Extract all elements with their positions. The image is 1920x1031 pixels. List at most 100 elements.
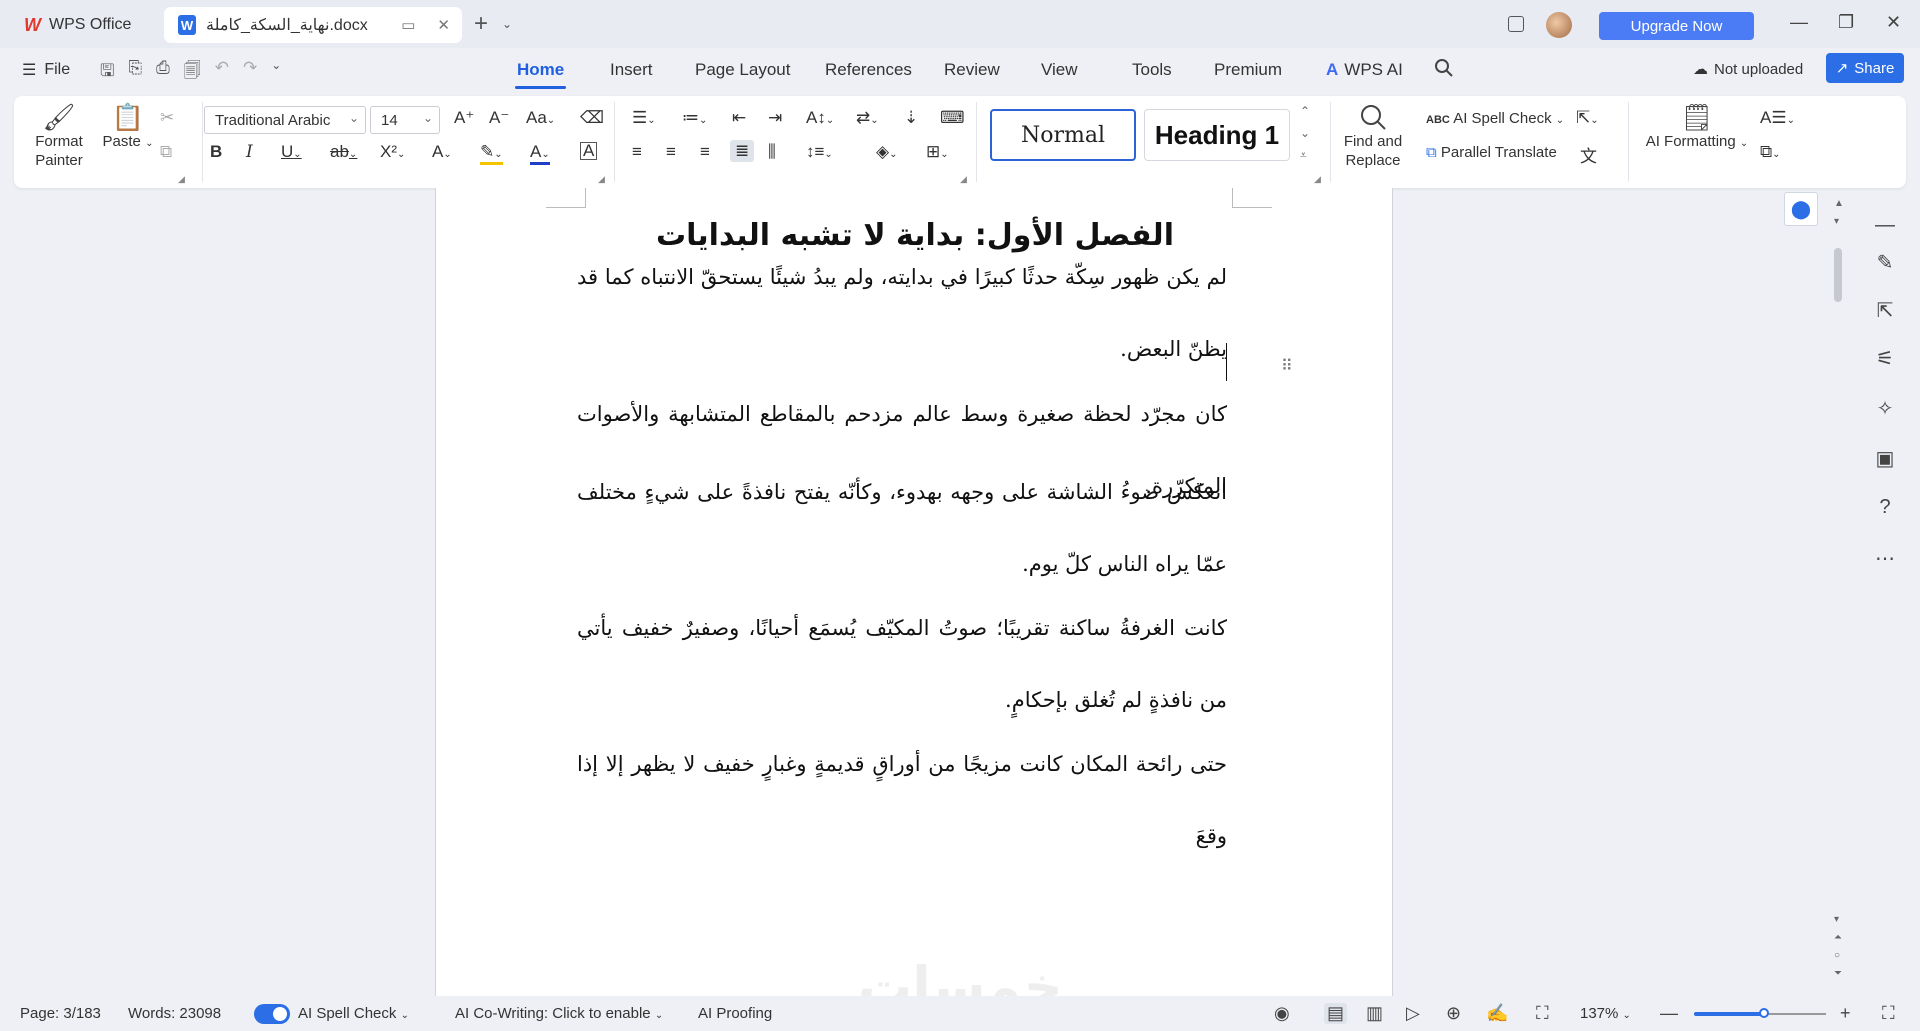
eye-protection-icon[interactable]: ◉: [1274, 1003, 1290, 1024]
increase-font-size-icon[interactable]: A⁺: [454, 108, 474, 128]
tab-document[interactable]: W نهاية_السكة_كاملة.docx ▭ ✕: [164, 7, 462, 43]
collapse-sidebar-icon[interactable]: —: [1872, 214, 1898, 237]
close-window-icon[interactable]: ✕: [1886, 12, 1901, 33]
bold-icon[interactable]: B: [210, 142, 222, 162]
text-direction-icon[interactable]: A↕⌄: [806, 108, 834, 128]
line-spacing-icon[interactable]: ↕≡⌄: [806, 142, 833, 162]
paragraph-4[interactable]: كانت الغرفةُ ساكنة تقريبًا؛ صوتُ المكيّف…: [577, 592, 1227, 736]
fullscreen-icon[interactable]: ⛶: [1882, 1003, 1895, 1024]
styles-more-icon[interactable]: ⩡: [1300, 148, 1307, 163]
rtl-direction-icon[interactable]: ⇄⌄: [856, 108, 879, 128]
select-pointer-icon[interactable]: ⇱: [1872, 298, 1898, 323]
parallel-translate-button[interactable]: ⧉ Parallel Translate: [1426, 144, 1557, 161]
ai-proofing-status[interactable]: AI Proofing: [698, 1005, 772, 1022]
underline-icon[interactable]: U⌄: [281, 142, 302, 162]
help-icon[interactable]: ?: [1872, 496, 1898, 519]
format-painter-button[interactable]: 🖌 Format Painter: [24, 102, 94, 170]
change-case-icon[interactable]: Aa⌄: [526, 108, 555, 128]
paragraph-dialog-launcher-icon[interactable]: ◢: [960, 174, 967, 185]
text-layout-icon[interactable]: A☰⌄: [1760, 108, 1795, 128]
distributed-align-icon[interactable]: ⫼: [768, 142, 776, 162]
tab-insert[interactable]: Insert: [610, 60, 653, 80]
zoom-out-icon[interactable]: —: [1660, 1003, 1678, 1024]
clipboard-dialog-launcher-icon[interactable]: ◢: [178, 174, 185, 185]
cloud-upload-status[interactable]: ☁ Not uploaded: [1693, 60, 1803, 79]
arrange-icon[interactable]: ⧉⌄: [1760, 142, 1781, 162]
strikethrough-icon[interactable]: ab⌄: [330, 142, 357, 162]
tab-home[interactable]: Home: [514, 60, 567, 89]
decrease-indent-icon[interactable]: ⇤: [732, 108, 746, 128]
prev-page-icon[interactable]: ⏶: [1834, 932, 1842, 943]
numbering-icon[interactable]: ≔⌄: [682, 108, 707, 128]
decrease-font-size-icon[interactable]: A⁻: [489, 108, 509, 128]
tab-page-layout[interactable]: Page Layout: [695, 60, 790, 80]
redo-icon[interactable]: ↷: [243, 58, 257, 87]
italic-icon[interactable]: I: [246, 142, 253, 162]
paragraph-5[interactable]: حتى رائحة المكان كانت مزيجًا من أوراقٍ ق…: [577, 728, 1227, 872]
vertical-scrollbar-thumb[interactable]: [1834, 248, 1842, 302]
align-left-icon[interactable]: ≡: [632, 142, 642, 162]
font-size-select[interactable]: 14 ⌄: [370, 106, 440, 134]
page-view-icon[interactable]: ▤: [1324, 1003, 1348, 1024]
scroll-up-icon[interactable]: ▲: [1834, 198, 1844, 209]
browse-object-icon[interactable]: ○: [1834, 950, 1840, 961]
ai-spell-check-status[interactable]: AI Spell Check ⌄: [298, 1005, 409, 1022]
paste-button[interactable]: 📋 Paste ⌄: [98, 102, 158, 153]
text-effects-icon[interactable]: A⌄: [432, 142, 452, 162]
ai-star-icon[interactable]: ✧: [1872, 396, 1898, 421]
ai-formatting-button[interactable]: 🗒 AI Formatting ⌄: [1642, 102, 1752, 153]
tab-review[interactable]: Review: [944, 60, 1000, 80]
font-dialog-launcher-icon[interactable]: ◢: [598, 174, 605, 185]
pen-edit-icon[interactable]: ✎: [1872, 250, 1898, 275]
styles-scroll-down-icon[interactable]: ⌄: [1300, 126, 1310, 140]
bullets-icon[interactable]: ☰⌄: [632, 108, 656, 128]
superscript-icon[interactable]: X²⌄: [380, 142, 405, 162]
close-tab-icon[interactable]: ✕: [437, 16, 450, 34]
fit-page-icon[interactable]: ⛶: [1536, 1003, 1549, 1024]
shading-icon[interactable]: ◈⌄: [876, 142, 897, 162]
print-preview-icon[interactable]: 🗐: [184, 58, 201, 87]
zoom-in-icon[interactable]: +: [1840, 1003, 1851, 1024]
more-icon[interactable]: ⋯: [1872, 546, 1898, 571]
paragraph-3[interactable]: انعكس ضوءُ الشاشة على وجهه بهدوء، وكأنّه…: [577, 456, 1227, 600]
avatar[interactable]: [1546, 12, 1572, 38]
play-icon[interactable]: ▷: [1406, 1003, 1420, 1024]
upgrade-now-button[interactable]: Upgrade Now: [1599, 12, 1754, 40]
sort-icon[interactable]: ⇣: [904, 108, 918, 128]
minimize-icon[interactable]: —: [1790, 12, 1808, 33]
style-heading-1[interactable]: Heading 1: [1144, 109, 1290, 161]
style-normal[interactable]: Normal: [990, 109, 1136, 161]
undo-icon[interactable]: ↶: [215, 58, 229, 87]
scroll-down-icon[interactable]: ▾: [1834, 914, 1839, 925]
print-icon[interactable]: ⎙: [156, 58, 170, 87]
window-layout-icon[interactable]: [1508, 16, 1524, 32]
paragraph-1[interactable]: لم يكن ظهور سِكّة حدثًا كبيرًا في بدايته…: [577, 241, 1227, 385]
align-center-icon[interactable]: ≡: [666, 142, 676, 162]
maximize-icon[interactable]: ❐: [1838, 12, 1854, 33]
location-pin-icon[interactable]: ⬤: [1784, 192, 1818, 226]
increase-indent-icon[interactable]: ⇥: [768, 108, 782, 128]
file-menu[interactable]: ☰ File: [22, 60, 70, 80]
image-tool-icon[interactable]: ▣: [1872, 446, 1898, 471]
document-page[interactable]: الفصل الأول: بداية لا تشبه البدايات لم ي…: [435, 188, 1393, 996]
tab-wps-office[interactable]: W WPS Office: [10, 7, 160, 43]
highlight-icon[interactable]: ✎⌄: [480, 142, 503, 165]
drag-handle-icon[interactable]: ⠿: [1281, 359, 1293, 375]
styles-dialog-launcher-icon[interactable]: ◢: [1314, 174, 1321, 185]
show-marks-icon[interactable]: ⌨: [940, 108, 965, 128]
clear-formatting-icon[interactable]: ⌫: [580, 108, 604, 128]
tab-tools[interactable]: Tools: [1132, 60, 1172, 80]
font-color-icon[interactable]: A⌄: [530, 142, 550, 165]
save-icon[interactable]: 🖫: [100, 58, 114, 87]
borders-icon[interactable]: ⊞⌄: [926, 142, 949, 162]
select-cursor-icon[interactable]: ⇱⌄: [1576, 108, 1599, 128]
scroll-up-icon[interactable]: ▾: [1834, 216, 1839, 227]
tab-references[interactable]: References: [825, 60, 912, 80]
font-name-select[interactable]: Traditional Arabic ⌄: [204, 106, 366, 134]
tab-display-icon[interactable]: ▭: [401, 16, 415, 34]
word-count[interactable]: Words: 23098: [128, 1005, 221, 1022]
tab-view[interactable]: View: [1041, 60, 1078, 80]
character-border-icon[interactable]: A: [580, 142, 598, 160]
tab-premium[interactable]: Premium: [1214, 60, 1282, 80]
web-layout-icon[interactable]: ▥: [1366, 1003, 1383, 1024]
